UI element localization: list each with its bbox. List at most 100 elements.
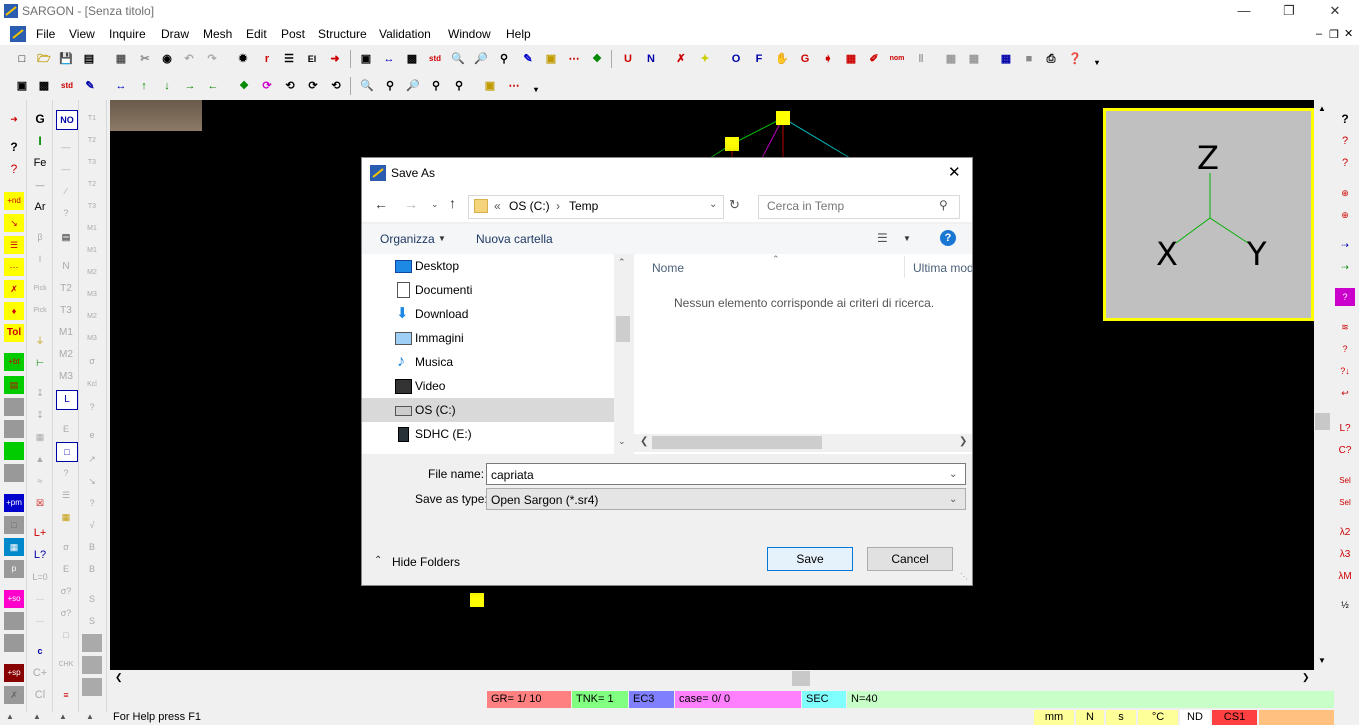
green-tool-icon[interactable] [4,442,24,460]
t1-icon[interactable]: T1 [82,110,102,128]
file-name-input[interactable]: capriata ⌄ [486,463,966,485]
menu-structure[interactable]: Structure [318,27,367,41]
menu-validation[interactable]: Validation [379,27,431,41]
sigma-q2-icon[interactable]: σ? [56,604,76,622]
gray-col4c-icon[interactable] [82,678,102,696]
zoom-extents-icon[interactable]: 🔎 [472,50,490,68]
right-lambdam-button[interactable]: λM [1335,568,1355,586]
arrow-up-icon[interactable]: ↑ [135,77,153,95]
sigma2-icon[interactable]: σ [82,352,102,370]
lock-icon[interactable]: ▣ [542,50,560,68]
menu-inquire[interactable]: Inquire [109,27,146,41]
refresh-icon[interactable]: ↻ [729,197,740,213]
zoom2-icon[interactable]: ⚲ [381,77,399,95]
bars-icon[interactable]: ‖ [912,50,930,68]
column-modified[interactable]: Ultima mod [913,261,972,275]
right-arrow-icon[interactable]: ?↓ [1335,362,1355,380]
so-tool2-icon[interactable] [4,634,24,652]
undo-icon[interactable]: ↶ [180,50,198,68]
dashes2-icon[interactable]: ⋯ [30,612,50,630]
hide-folders-chevron-icon[interactable]: ⌃ [374,555,382,566]
open-folder-icon[interactable]: 🗁 [35,50,53,68]
unit-force[interactable]: N [1076,710,1104,725]
menu-view[interactable]: View [69,27,95,41]
node-target-icon[interactable]: ❖ [588,50,606,68]
menu-post[interactable]: Post [281,27,305,41]
tol-button[interactable]: Tol [4,324,24,342]
ebc-tool-icon[interactable]: ▤ [4,376,24,394]
points-tool-icon[interactable]: ⋯ [4,258,24,276]
tree-scroll-thumb[interactable] [616,316,630,342]
unit-time[interactable]: s [1106,710,1136,725]
sigma-icon[interactable]: σ [56,538,76,556]
right-query3-icon[interactable]: ? [1335,340,1355,358]
spring-icon[interactable]: ↧ [30,384,50,402]
edit2-icon[interactable]: ✎ [81,77,99,95]
g-button[interactable]: G [796,50,814,68]
box-select-icon[interactable]: ▩ [35,77,53,95]
diagonal-icon[interactable]: ∕ [56,182,76,200]
column-name[interactable]: Nome [652,261,684,275]
beam-tool-icon[interactable]: ↘ [4,214,24,232]
std-icon[interactable]: std [426,50,444,68]
s-arrow-icon[interactable]: S [82,590,102,608]
t2-col4-icon[interactable]: T2 [82,132,102,150]
help-pointer-icon[interactable]: ❓ [1066,50,1084,68]
query2-col4-icon[interactable]: ? [82,494,102,512]
spring2-icon[interactable]: ↧ [30,406,50,424]
add-so-button[interactable]: +so [4,590,24,608]
cut-icon[interactable]: ✂ [136,50,154,68]
checker-icon[interactable]: ▦ [30,428,50,446]
load-arrow-icon[interactable]: ➧ [819,50,837,68]
view-options-icon[interactable]: ☰ [877,231,888,245]
right-lambda3-button[interactable]: λ3 [1335,546,1355,564]
cse-icon[interactable]: e [82,426,102,444]
l-query-button[interactable]: L? [30,546,50,564]
scroll-down-icon[interactable]: ▼ [1318,656,1326,665]
section-i-icon[interactable]: I [30,250,50,268]
cc-icon[interactable]: c [30,642,50,660]
frame-icon[interactable]: ▣ [357,50,375,68]
pen-icon[interactable]: ✐ [865,50,883,68]
help-red-icon[interactable]: ? [4,160,24,178]
t3-tpl-icon[interactable]: T3 [82,198,102,216]
m3-w3-icon[interactable]: M3 [82,286,102,304]
n-button[interactable]: N [642,50,660,68]
m2-icon[interactable]: M2 [56,346,76,364]
tree-item-musica[interactable]: ♪ Musica [362,350,614,374]
grid-disabled2-icon[interactable]: ▦ [965,50,983,68]
right-l-query-button[interactable]: L? [1335,420,1355,438]
scroll-left-icon[interactable]: ❮ [115,672,123,683]
zoom3-icon[interactable]: 🔎 [404,77,422,95]
tree-item-documenti[interactable]: Documenti [362,278,614,302]
hatch-icon[interactable]: ▤ [56,228,76,246]
help-q-icon[interactable]: ? [4,138,24,156]
rotate2-icon[interactable]: ⟲ [281,77,299,95]
zoom-window2-icon[interactable]: 🔍 [358,77,376,95]
m1-w1-icon[interactable]: M1 [82,220,102,238]
f-button[interactable]: F [750,50,768,68]
cross-tool-icon[interactable]: ✗ [4,280,24,298]
wave-icon[interactable]: ≈ [30,472,50,490]
right-lambda2-button[interactable]: λ2 [1335,524,1355,542]
scroll-right-icon[interactable]: ❯ [1302,672,1310,683]
columns-icon[interactable]: ☰ [280,50,298,68]
zoom5-icon[interactable]: ⚲ [450,77,468,95]
tree-scroll-up-icon[interactable]: ⌃ [618,257,626,268]
unit-nd[interactable]: ND [1180,710,1210,725]
grid-tool-icon[interactable]: ▦ [4,538,24,556]
vscroll-thumb[interactable] [1315,413,1330,430]
arrow-left-icon[interactable]: ← [204,77,222,95]
tree-item-os-c[interactable]: OS (C:) [362,398,614,422]
resize-grip-icon[interactable]: ⋱ [960,572,968,581]
unit-cs[interactable]: CS1 [1212,710,1257,725]
so-tool-icon[interactable] [4,612,24,630]
up-arrow-icon[interactable]: ↑ [449,195,456,211]
pm-tool-icon[interactable]: p [4,560,24,578]
m1-wpl-icon[interactable]: M1 [82,242,102,260]
menu-help[interactable]: Help [506,27,531,41]
pick-pm-icon[interactable]: Pick [30,302,50,320]
search-box[interactable]: Cerca in Temp ⚲ [758,195,960,219]
e-gray-icon[interactable]: E [56,420,76,438]
t3-icon[interactable]: T3 [56,302,76,320]
